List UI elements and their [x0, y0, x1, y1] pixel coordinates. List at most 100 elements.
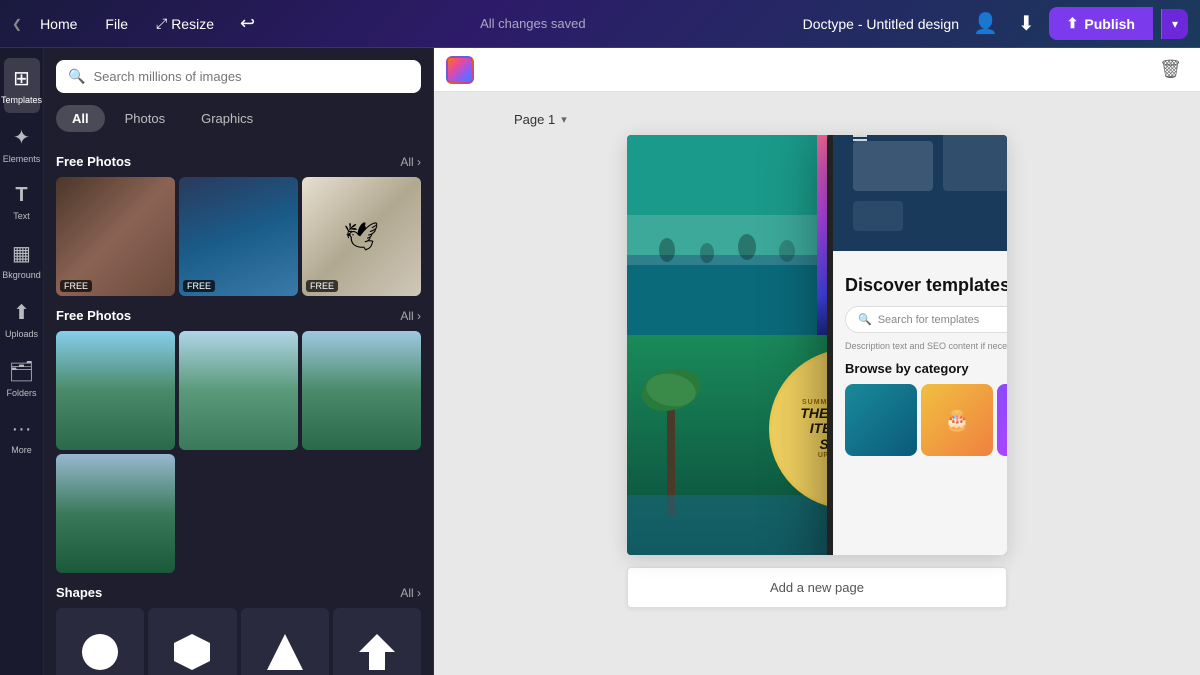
canvas-toolbar: 🗑: [434, 48, 1200, 92]
folders-icon: 🗂: [9, 359, 34, 384]
background-icon: ▦: [12, 241, 31, 266]
phone-content: Discover templates 🔍 Search for template…: [833, 251, 1007, 468]
shapes-header: Shapes All ›: [56, 585, 421, 600]
sidebar-item-uploads[interactable]: ⬆ Uploads: [4, 292, 40, 347]
nav-icon-group: 👤 ⬇: [967, 7, 1041, 40]
photo-cell-ocean[interactable]: FREE: [179, 177, 298, 296]
phone-frame: Discover templates 🔍 Search for template…: [827, 135, 1007, 555]
phone-description: Description text and SEO content if nece…: [845, 341, 1007, 351]
phone-cat-beach[interactable]: [845, 384, 917, 456]
search-section: 🔍: [44, 48, 433, 105]
autosave-status: All changes saved: [271, 16, 795, 31]
free-photos-1-grid: FREE FREE 🕊 FREE: [56, 177, 421, 296]
tab-all[interactable]: All: [56, 105, 105, 132]
publish-dropdown-button[interactable]: ▾: [1161, 9, 1188, 39]
phone-cat-purple[interactable]: [997, 384, 1007, 456]
more-icon: ···: [12, 418, 32, 441]
uploads-icon: ⬆: [13, 300, 30, 325]
shape-arrow[interactable]: FREE: [333, 608, 421, 675]
canvas-scroll[interactable]: Page 1 ▾: [434, 92, 1200, 675]
free-photos-1-title: Free Photos: [56, 154, 131, 169]
resize-button[interactable]: ⤢ Resize: [146, 11, 224, 36]
sidebar-item-label: Folders: [7, 388, 37, 398]
free-photos-2-header: Free Photos All ›: [56, 308, 421, 323]
main-layout: ⊞ Templates ✦ Elements T Text ▦ Bkground…: [0, 48, 1200, 675]
document-title: Doctype - Untitled design: [803, 16, 959, 32]
panel-tabs: All Photos Graphics: [44, 105, 433, 142]
photo-cell-person[interactable]: FREE: [56, 177, 175, 296]
top-navigation: ❮ Home File ⤢ Resize ↩ All changes saved…: [0, 0, 1200, 48]
left-panel: 🔍 All Photos Graphics Free Photos All › …: [44, 48, 434, 675]
shape-hexagon[interactable]: FREE: [148, 608, 236, 675]
photo-cell-landscape4[interactable]: [56, 454, 175, 573]
phone-screen: Discover templates 🔍 Search for template…: [833, 135, 1007, 555]
canvas-frame: SUMMER FLASH SALE THE HOTTEST ITEMS THIS…: [627, 135, 1007, 555]
undo-button[interactable]: ↩: [232, 9, 263, 38]
phone-search-placeholder: Search for templates: [878, 314, 980, 326]
panel-content: Free Photos All › FREE FREE 🕊 FREE: [44, 142, 433, 675]
free-badge: FREE: [306, 280, 338, 292]
sidebar-item-label: More: [11, 445, 32, 455]
sidebar-item-label: Uploads: [5, 329, 38, 339]
page-dropdown-icon[interactable]: ▾: [561, 113, 567, 126]
publish-button[interactable]: ⬆ Publish: [1049, 7, 1153, 40]
tab-graphics[interactable]: Graphics: [185, 105, 269, 132]
design-beach-photo: [627, 135, 817, 335]
tab-photos[interactable]: Photos: [109, 105, 181, 132]
search-input[interactable]: [93, 69, 409, 84]
file-button[interactable]: File: [95, 12, 138, 36]
sidebar-item-more[interactable]: ··· More: [4, 410, 40, 463]
sidebar-item-elements[interactable]: ✦ Elements: [4, 117, 40, 172]
phone-search-box[interactable]: 🔍 Search for templates: [845, 306, 1007, 333]
canvas-area: 🗑 Page 1 ▾: [434, 48, 1200, 675]
resize-icon: ⤢: [156, 15, 167, 32]
search-icon: 🔍: [68, 68, 85, 85]
discover-title: Discover templates: [845, 275, 1007, 296]
phone-cat-birthday[interactable]: 🎂: [921, 384, 993, 456]
free-photos-1-header: Free Photos All ›: [56, 154, 421, 169]
home-back-chevron: ❮: [12, 17, 22, 31]
photo-cell-landscape2[interactable]: [179, 331, 298, 450]
publish-icon: ⬆: [1067, 15, 1079, 32]
delete-button[interactable]: 🗑: [1153, 55, 1188, 84]
add-page-button[interactable]: Add a new page: [627, 567, 1007, 608]
shapes-grid: FREE FREE FREE FREE: [56, 608, 421, 675]
search-box[interactable]: 🔍: [56, 60, 421, 93]
phone-overlay: Discover templates 🔍 Search for template…: [827, 135, 1007, 555]
free-photos-1-all[interactable]: All ›: [400, 155, 421, 169]
photo-cell-landscape3[interactable]: [302, 331, 421, 450]
sidebar-item-label: Bkground: [2, 270, 41, 280]
phone-search-icon: 🔍: [858, 313, 872, 326]
free-photos-2-grid: [56, 331, 421, 573]
elements-icon: ✦: [13, 125, 30, 150]
home-button[interactable]: Home: [30, 12, 87, 36]
free-badge: FREE: [60, 280, 92, 292]
text-icon: T: [15, 184, 27, 207]
sidebar-item-bkground[interactable]: ▦ Bkground: [4, 233, 40, 288]
free-badge: FREE: [183, 280, 215, 292]
phone-category-title: Browse by category: [845, 361, 1007, 376]
sidebar-item-text[interactable]: T Text: [4, 176, 40, 229]
photo-cell-landscape1[interactable]: [56, 331, 175, 450]
templates-icon: ⊞: [13, 66, 30, 91]
shape-triangle[interactable]: FREE: [241, 608, 329, 675]
sidebar-item-label: Text: [13, 211, 30, 221]
shapes-all[interactable]: All ›: [400, 586, 421, 600]
phone-header-image: [833, 135, 1007, 251]
icon-sidebar: ⊞ Templates ✦ Elements T Text ▦ Bkground…: [0, 48, 44, 675]
page-label-row: Page 1 ▾: [514, 112, 567, 127]
shape-circle[interactable]: FREE: [56, 608, 144, 675]
phone-category-grid: 🎂: [845, 384, 1007, 456]
photo-cell-bird[interactable]: 🕊 FREE: [302, 177, 421, 296]
free-photos-2-all[interactable]: All ›: [400, 309, 421, 323]
page-label: Page 1: [514, 112, 555, 127]
color-swatch[interactable]: [446, 56, 474, 84]
sidebar-item-label: Elements: [3, 154, 41, 164]
share-icon[interactable]: 👤: [967, 7, 1004, 40]
download-icon[interactable]: ⬇: [1012, 7, 1041, 40]
sidebar-item-label: Templates: [1, 95, 42, 105]
sidebar-item-folders[interactable]: 🗂 Folders: [4, 351, 40, 406]
free-photos-2-title: Free Photos: [56, 308, 131, 323]
shapes-title: Shapes: [56, 585, 102, 600]
sidebar-item-templates[interactable]: ⊞ Templates: [4, 58, 40, 113]
